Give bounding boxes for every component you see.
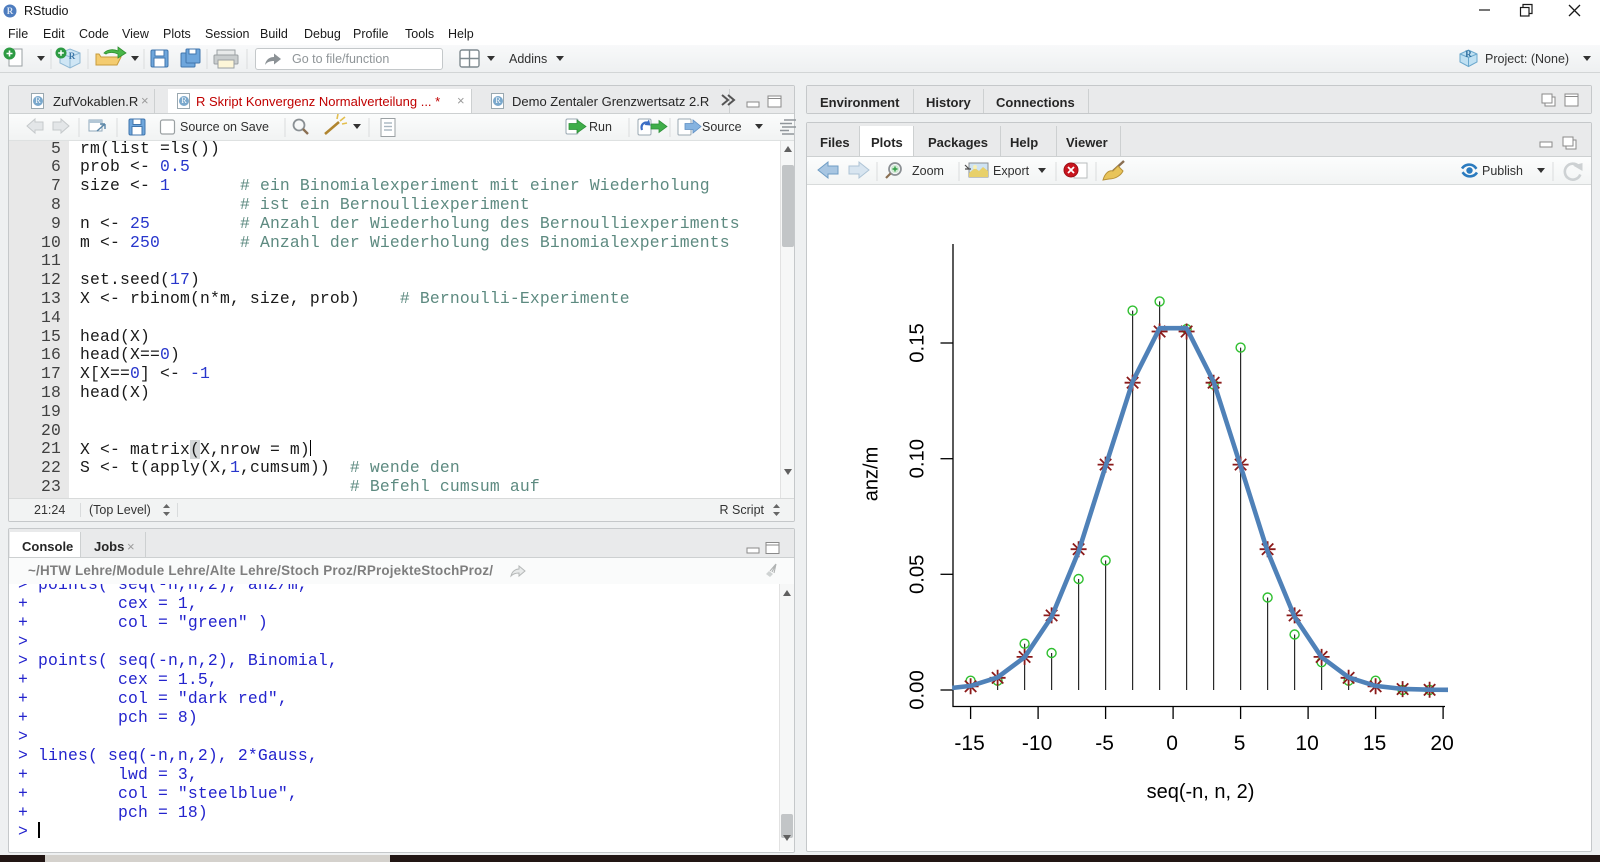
svg-text:R: R [1465, 49, 1472, 59]
svg-text:10: 10 [1295, 732, 1318, 755]
svg-text:0.00: 0.00 [907, 670, 929, 709]
svg-text:5: 5 [1234, 732, 1246, 755]
svg-text:-5: -5 [1095, 732, 1114, 755]
svg-text:R: R [7, 6, 14, 16]
svg-text:-15: -15 [954, 732, 984, 755]
svg-text:20: 20 [1430, 732, 1453, 755]
svg-text:15: 15 [1363, 732, 1386, 755]
svg-text:seq(-n, n, 2): seq(-n, n, 2) [1147, 781, 1255, 803]
svg-text:-10: -10 [1022, 732, 1052, 755]
svg-text:R: R [69, 51, 76, 61]
svg-text:0.05: 0.05 [907, 555, 929, 594]
svg-text:anz/m: anz/m [861, 447, 883, 501]
svg-text:0.15: 0.15 [907, 323, 929, 362]
svg-text:0.10: 0.10 [907, 439, 929, 478]
svg-text:0: 0 [1166, 732, 1178, 755]
